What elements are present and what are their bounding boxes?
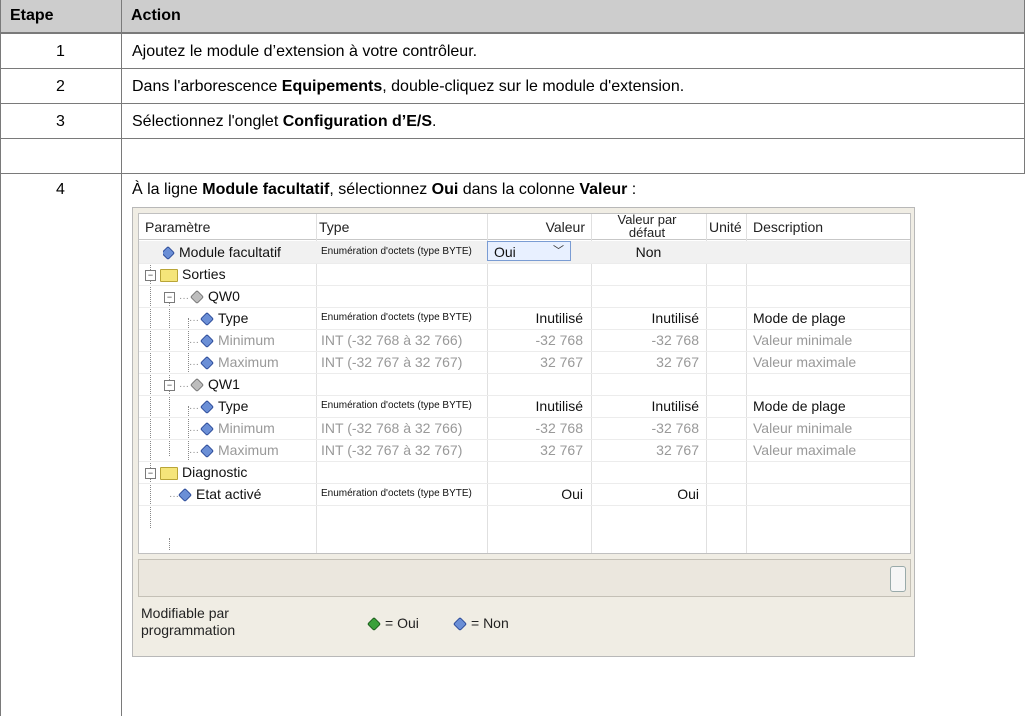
grid-header: Paramètre Type Valeur Valeur par défaut U… (139, 213, 910, 240)
legend-yes: = Oui (385, 615, 419, 631)
param-name: Etat activé (196, 486, 262, 502)
parameter-icon (199, 422, 215, 437)
parameter-icon (199, 356, 215, 371)
column-unite[interactable]: Unité (709, 219, 742, 235)
param-type: Enumération d'octets (type BYTE) (321, 400, 472, 411)
parameter-icon (189, 290, 205, 305)
param-default: -32 768 (651, 332, 699, 348)
param-default: Oui (677, 486, 699, 502)
param-desc: Mode de plage (753, 310, 846, 326)
param-name: QW1 (208, 376, 240, 392)
row-etat-active[interactable]: ··· Etat activé Enumération d'octets (typ… (139, 483, 910, 506)
param-name: Diagnostic (182, 464, 248, 480)
row-qw0-maximum[interactable]: ··· Maximum INT (-32 767 à 32 767) 32 767… (139, 351, 910, 374)
parameter-blue-icon (452, 617, 468, 632)
param-default: 32 767 (656, 442, 699, 458)
param-name: Maximum (218, 442, 279, 458)
header-action: Action (121, 0, 1024, 33)
parameter-icon (199, 444, 215, 459)
legend-label: Modifiable par programmation (141, 605, 236, 638)
io-configuration-panel: Paramètre Type Valeur Valeur par défaut U… (132, 207, 915, 657)
step-action: À la ligne Module facultatif, sélectionn… (132, 181, 637, 198)
param-value[interactable]: Inutilisé (487, 307, 583, 329)
param-name: QW0 (208, 288, 240, 304)
param-desc: Valeur maximale (753, 442, 857, 458)
row-module-facultatif[interactable]: Module facultatif Enumération d'octets (… (139, 241, 910, 264)
param-type: INT (-32 768 à 32 766) (321, 332, 463, 348)
minus-expander-icon[interactable]: − (145, 269, 156, 281)
parameter-icon (189, 378, 205, 393)
row-qw0-minimum[interactable]: ··· Minimum INT (-32 768 à 32 766) -32 76… (139, 329, 910, 352)
param-desc: Valeur minimale (753, 332, 853, 348)
param-name: Minimum (218, 420, 275, 436)
folder-icon (160, 466, 178, 480)
step-number: 2 (56, 78, 65, 95)
param-type: INT (-32 768 à 32 766) (321, 420, 463, 436)
column-valeur-par-defaut[interactable]: Valeur par défaut (591, 213, 703, 239)
column-parametre[interactable]: Paramètre (145, 219, 210, 235)
param-value[interactable]: -32 768 (487, 329, 583, 351)
param-default: 32 767 (656, 354, 699, 370)
row-qw1-maximum[interactable]: ··· Maximum INT (-32 767 à 32 767) 32 767… (139, 439, 910, 462)
row-qw1-type[interactable]: ··· Type Enumération d'octets (type BYTE)… (139, 395, 910, 418)
param-default: Inutilisé (651, 310, 699, 326)
header-etape: Etape (0, 0, 128, 33)
status-bar (138, 559, 911, 597)
column-type[interactable]: Type (319, 219, 349, 235)
param-desc: Valeur maximale (753, 354, 857, 370)
row-qw1[interactable]: − ··· QW1 (139, 373, 910, 396)
parameter-grid: Paramètre Type Valeur Valeur par défaut U… (138, 213, 911, 554)
param-name: Minimum (218, 332, 275, 348)
param-default: -32 768 (651, 420, 699, 436)
param-value[interactable]: Inutilisé (487, 395, 583, 417)
row-diagnostic[interactable]: − Diagnostic (139, 461, 910, 484)
param-type: INT (-32 767 à 32 767) (321, 354, 463, 370)
param-name: Sorties (182, 266, 226, 282)
step-table: Etape Action 1 Ajoutez le module d’exten… (0, 0, 1027, 716)
parameter-green-icon (366, 617, 382, 632)
row-qw0-type[interactable]: ··· Type Enumération d'octets (type BYTE)… (139, 307, 910, 330)
parameter-icon (163, 246, 176, 261)
step-action: Sélectionnez l'onglet Configuration d’E/… (132, 113, 437, 130)
column-valeur[interactable]: Valeur (537, 219, 585, 235)
step-number: 3 (56, 113, 65, 130)
param-type: Enumération d'octets (type BYTE) (321, 488, 472, 499)
minus-expander-icon[interactable]: − (164, 379, 175, 391)
param-name: Type (218, 398, 249, 414)
row-qw0[interactable]: − ··· QW0 (139, 285, 910, 308)
parameter-icon (199, 400, 215, 415)
param-value[interactable]: 32 767 (487, 439, 583, 461)
parameter-icon (177, 488, 193, 503)
row-sorties[interactable]: − Sorties (139, 263, 910, 286)
minus-expander-icon[interactable]: − (164, 291, 175, 303)
param-desc: Mode de plage (753, 398, 846, 414)
param-name: Maximum (218, 354, 279, 370)
folder-icon (160, 268, 178, 282)
parameter-icon (199, 334, 215, 349)
step-number: 4 (56, 181, 65, 198)
param-value[interactable]: -32 768 (487, 417, 583, 439)
param-value[interactable]: 32 767 (487, 351, 583, 373)
param-name: Module facultatif (179, 244, 281, 260)
param-type: Enumération d'octets (type BYTE) (321, 312, 472, 323)
row-qw1-minimum[interactable]: ··· Minimum INT (-32 768 à 32 766) -32 76… (139, 417, 910, 440)
param-name: Type (218, 310, 249, 326)
param-value[interactable]: Oui (487, 483, 583, 505)
step-action: Ajoutez le module d’extension à votre co… (132, 43, 478, 60)
valeur-dropdown[interactable]: Oui ﹀ (487, 241, 571, 261)
param-desc: Valeur minimale (753, 420, 853, 436)
parameter-icon (199, 312, 215, 327)
param-type: Enumération d'octets (type BYTE) (321, 246, 472, 257)
param-default: Inutilisé (651, 398, 699, 414)
legend-no: = Non (471, 615, 509, 631)
param-type: INT (-32 767 à 32 767) (321, 442, 463, 458)
minus-expander-icon[interactable]: − (145, 467, 156, 479)
scrollbar[interactable] (890, 566, 906, 592)
step-action: Dans l'arborescence Equipements, double-… (132, 78, 685, 95)
column-description[interactable]: Description (753, 219, 823, 235)
param-default: Non (635, 244, 662, 260)
chevron-down-icon: ﹀ (553, 245, 564, 257)
step-number: 1 (56, 43, 65, 60)
